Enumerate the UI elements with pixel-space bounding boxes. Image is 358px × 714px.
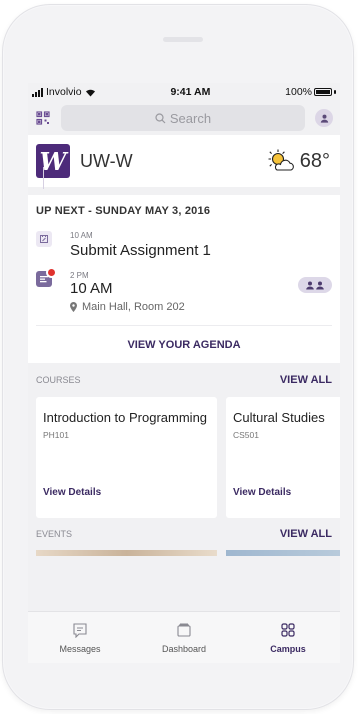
tab-bar: Messages Dashboard Campus [28, 611, 340, 663]
speaker-grille [163, 37, 203, 42]
signal-icon [32, 87, 43, 97]
assignment-icon [36, 231, 52, 247]
battery-indicator: 100% [285, 86, 336, 98]
up-next-section: UP NEXT - SUNDAY MAY 3, 2016 10 AM Submi… [28, 167, 340, 363]
course-card[interactable]: Introduction to Programming PH101 View D… [36, 397, 217, 518]
phone-frame: Involvio 9:41 AM 100% Search W UW-W 68° … [2, 4, 354, 710]
home-button[interactable] [151, 667, 213, 697]
university-name: UW-W [80, 150, 133, 171]
carrier-name: Involvio [46, 86, 82, 98]
university-logo: W [36, 144, 70, 178]
user-icon [320, 114, 328, 123]
class-icon [36, 267, 57, 287]
tab-campus[interactable]: Campus [236, 612, 340, 663]
courses-header: COURSES VIEW ALL [28, 363, 340, 397]
top-bar: Search [28, 101, 340, 135]
course-title: Cultural Studies [233, 410, 325, 425]
tab-messages[interactable]: Messages [28, 612, 132, 663]
course-code: CS501 [233, 430, 259, 440]
course-carousel[interactable]: Introduction to Programming PH101 View D… [28, 397, 340, 518]
search-icon [155, 112, 166, 123]
weather-widget[interactable]: 68° [266, 148, 330, 174]
event-title: 10 AM [70, 280, 113, 297]
event-image[interactable] [226, 550, 340, 556]
event-title: Submit Assignment 1 [70, 242, 211, 259]
agenda-event[interactable]: 2 PM 10 AM Main Hall, Room 202 [36, 267, 332, 313]
status-time: 9:41 AM [170, 86, 211, 98]
view-details-link[interactable]: View Details [43, 487, 101, 498]
battery-icon [314, 88, 332, 96]
app-screen: Involvio 9:41 AM 100% Search W UW-W 68° … [28, 83, 340, 663]
message-icon [73, 622, 87, 638]
events-header: EVENTS VIEW ALL [28, 518, 340, 550]
grid-icon [281, 622, 295, 637]
course-code: PH101 [43, 430, 69, 440]
temperature: 68° [299, 149, 330, 172]
timeline-connector [43, 167, 44, 189]
tab-label: Messages [59, 643, 101, 654]
up-next-title: UP NEXT - SUNDAY MAY 3, 2016 [36, 205, 211, 217]
qr-code-icon[interactable] [35, 110, 51, 126]
location-pin-icon [70, 302, 77, 312]
courses-view-all-link[interactable]: VIEW ALL [280, 374, 332, 386]
dashboard-icon [177, 622, 191, 637]
wifi-icon [85, 89, 95, 96]
event-location: Main Hall, Room 202 [70, 301, 185, 313]
view-agenda-link[interactable]: VIEW YOUR AGENDA [36, 325, 332, 363]
event-time: 2 PM [70, 271, 89, 280]
search-placeholder: Search [169, 110, 212, 126]
people-icon [306, 281, 324, 289]
notification-dot [46, 267, 57, 278]
agenda-event[interactable]: 10 AM Submit Assignment 1 [36, 231, 332, 259]
event-image[interactable] [36, 550, 217, 556]
attendees-badge[interactable] [298, 277, 332, 293]
course-title: Introduction to Programming [43, 410, 208, 425]
courses-label: COURSES [36, 375, 81, 385]
events-view-all-link[interactable]: VIEW ALL [280, 528, 332, 540]
battery-percent: 100% [285, 86, 312, 98]
status-bar: Involvio 9:41 AM 100% [28, 83, 340, 101]
tab-dashboard[interactable]: Dashboard [132, 612, 236, 663]
events-label: EVENTS [36, 529, 73, 539]
event-time: 10 AM [70, 231, 93, 240]
search-input[interactable]: Search [61, 105, 305, 131]
event-carousel[interactable] [28, 550, 340, 556]
tab-label: Campus [270, 643, 306, 654]
partly-sunny-icon [268, 149, 294, 171]
university-header: W UW-W 68° [28, 135, 340, 187]
view-details-link[interactable]: View Details [233, 487, 291, 498]
profile-avatar[interactable] [315, 109, 333, 127]
tab-label: Dashboard [161, 643, 207, 654]
course-card[interactable]: Cultural Studies CS501 View Details [226, 397, 340, 518]
